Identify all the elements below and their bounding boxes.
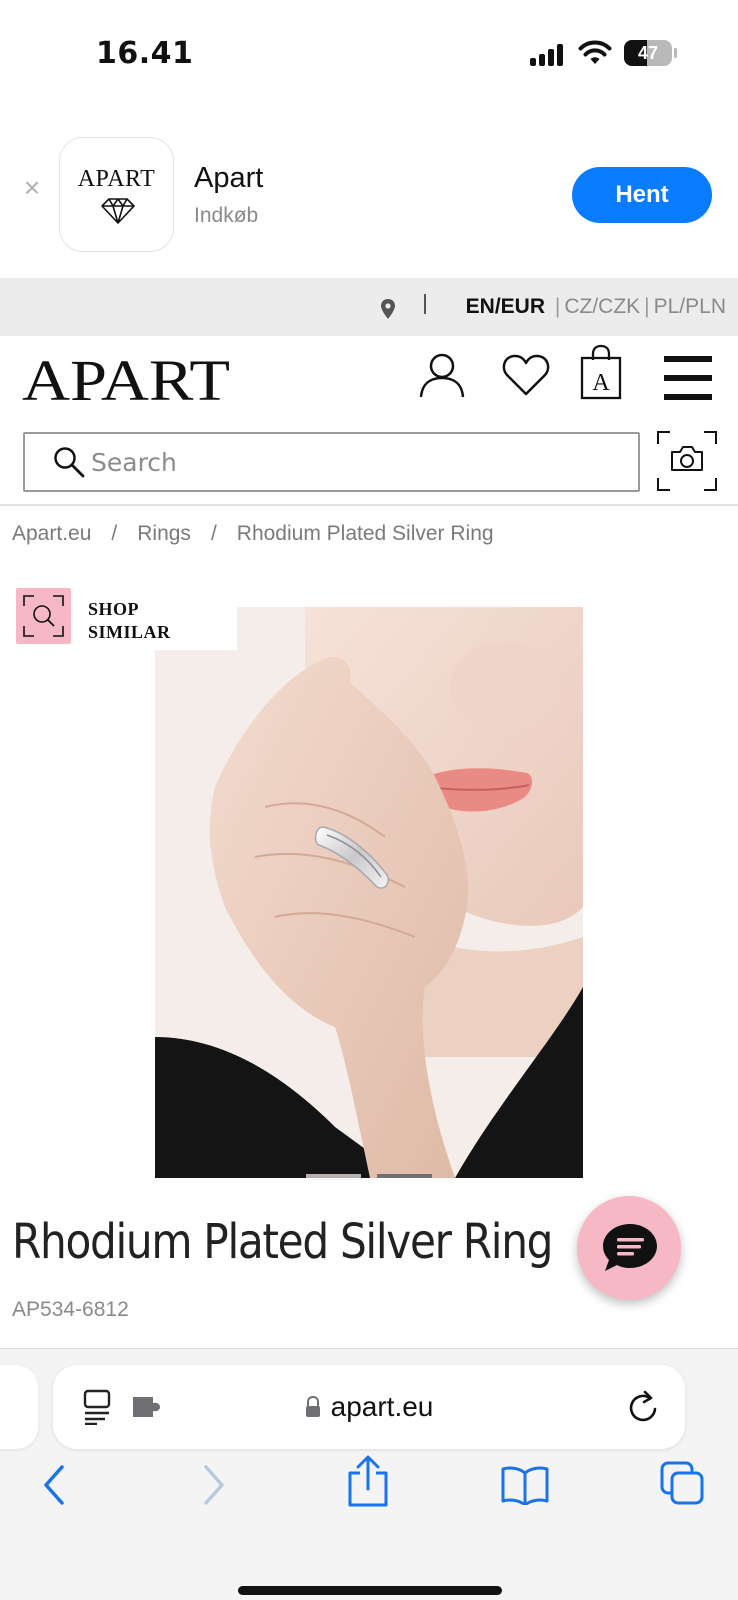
back-icon[interactable] (40, 1463, 68, 1507)
battery-icon: 47 (624, 40, 672, 66)
shopping-bag-icon[interactable]: A (580, 344, 622, 400)
search-box (23, 432, 640, 492)
search-input[interactable] (91, 442, 611, 482)
apart-logo[interactable]: APART (22, 348, 234, 412)
bookmarks-book-icon[interactable] (500, 1465, 550, 1505)
diamond-icon (101, 198, 135, 224)
visual-search-camera-icon[interactable] (656, 430, 718, 492)
shop-similar-line2: SIMILAR (88, 622, 171, 642)
breadcrumb-current: Rhodium Plated Silver Ring (236, 522, 494, 545)
app-icon-logo-text: APART (77, 166, 156, 192)
site-header: APART A (0, 336, 738, 426)
locale-pl-pln[interactable]: PL/PLN (654, 295, 726, 318)
status-time: 16.41 (96, 36, 194, 71)
previous-tab-preview[interactable] (0, 1365, 38, 1449)
location-pin-icon[interactable] (380, 298, 396, 320)
app-category: Indkøb (194, 204, 259, 227)
hamburger-menu-icon[interactable] (664, 356, 712, 400)
search-icon (54, 447, 85, 478)
get-app-button[interactable]: Hent (572, 167, 712, 223)
chat-icon (603, 1224, 657, 1271)
carousel-dot-2[interactable] (377, 1174, 432, 1178)
share-icon[interactable] (346, 1455, 390, 1507)
product-sku: AP534-6812 (12, 1298, 129, 1321)
battery-percent: 47 (637, 43, 659, 63)
locale-bar: EN/EUR | CZ/CZK | PL/PLN (0, 278, 738, 336)
smart-app-banner: × APART Apart Indkøb Hent (0, 110, 738, 278)
locale-separator: | (644, 295, 650, 318)
breadcrumb-separator: / (111, 522, 118, 545)
header-divider (0, 504, 738, 506)
url-display: apart.eu (53, 1391, 685, 1423)
shop-similar-icon (16, 588, 71, 644)
battery-cap (674, 48, 677, 58)
wifi-icon (578, 40, 612, 64)
wishlist-heart-icon[interactable] (502, 354, 550, 396)
app-icon[interactable]: APART (59, 137, 174, 252)
locale-en-eur[interactable]: EN/EUR (466, 295, 545, 318)
logo-text: APART (22, 348, 230, 412)
browser-toolbar: apart.eu (0, 1348, 738, 1600)
home-indicator (238, 1586, 502, 1595)
locale-separator: | (554, 295, 561, 318)
close-icon[interactable]: × (20, 174, 44, 202)
breadcrumb-home[interactable]: Apart.eu (12, 522, 91, 545)
lock-icon (305, 1396, 320, 1417)
breadcrumb-rings[interactable]: Rings (137, 522, 191, 545)
locale-cz-czk[interactable]: CZ/CZK (564, 295, 640, 318)
tabs-overview-icon[interactable] (660, 1461, 704, 1505)
shop-similar-label: SHOP SIMILAR (88, 598, 171, 644)
shop-similar-line1: SHOP (88, 599, 140, 619)
chat-button[interactable] (577, 1196, 681, 1300)
app-name: Apart (194, 162, 264, 194)
product-title: Rhodium Plated Silver Ring (12, 1214, 553, 1270)
account-icon[interactable] (418, 352, 466, 398)
address-bar[interactable]: apart.eu (53, 1365, 685, 1449)
svg-text:A: A (592, 370, 610, 396)
forward-icon[interactable] (200, 1463, 228, 1507)
url-text: apart.eu (330, 1391, 434, 1422)
breadcrumb: Apart.eu / Rings / Rhodium Plated Silver Rin… (12, 522, 494, 546)
reload-icon[interactable] (627, 1389, 661, 1425)
cellular-signal-icon (530, 44, 566, 66)
locale-divider (424, 294, 426, 314)
locale-options: EN/EUR | CZ/CZK | PL/PLN (466, 295, 726, 319)
product-image[interactable] (155, 607, 583, 1178)
shop-similar-button[interactable]: SHOP SIMILAR (0, 588, 237, 650)
carousel-dot-1[interactable] (306, 1174, 361, 1178)
breadcrumb-separator: / (210, 522, 217, 545)
magnifier-scan-icon (23, 595, 64, 637)
status-bar: 16.41 47 (0, 0, 738, 110)
